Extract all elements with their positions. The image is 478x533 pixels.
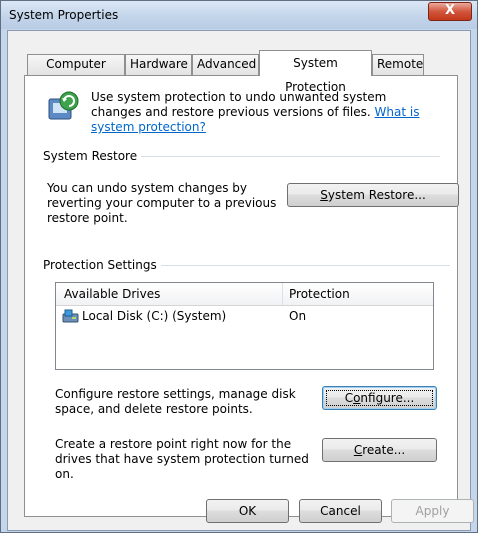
- button-label-rest: reate...: [362, 443, 406, 457]
- drive-icon: [62, 309, 79, 323]
- tab-remote[interactable]: Remote: [372, 54, 424, 75]
- tab-advanced[interactable]: Advanced: [192, 54, 259, 75]
- access-key: C: [353, 443, 363, 457]
- close-button[interactable]: X: [428, 2, 472, 21]
- intro-text-block: Use system protection to undo unwanted s…: [91, 90, 431, 135]
- table-row[interactable]: Local Disk (C:) (System) On: [57, 306, 432, 326]
- tab-label: Advanced: [197, 57, 257, 71]
- focus-rectangle: [326, 390, 433, 406]
- access-key: S: [320, 188, 328, 202]
- cancel-button[interactable]: Cancel: [299, 499, 382, 523]
- apply-button[interactable]: Apply: [391, 499, 474, 523]
- create-description: Create a restore point right now for the…: [55, 437, 309, 481]
- tab-label: Remote: [377, 57, 424, 71]
- title-bar[interactable]: System Properties X: [1, 1, 477, 29]
- tab-label: System Protection: [285, 56, 346, 94]
- ok-button[interactable]: OK: [206, 499, 289, 523]
- tab-system-protection[interactable]: System Protection: [259, 50, 372, 94]
- column-separator[interactable]: [282, 283, 283, 305]
- system-properties-window: System Properties X Computer Name Hardwa…: [0, 0, 478, 533]
- protection-settings-heading: Protection Settings: [43, 258, 161, 272]
- drive-name: Local Disk (C:) (System): [82, 309, 227, 323]
- window-title: System Properties: [9, 8, 119, 22]
- system-restore-heading: System Restore: [43, 149, 142, 163]
- close-icon: X: [444, 3, 456, 18]
- create-button[interactable]: Create...: [322, 438, 437, 462]
- intro-text: Use system protection to undo unwanted s…: [91, 90, 387, 119]
- configure-button[interactable]: Configure...: [322, 386, 437, 410]
- shield-icon: [48, 91, 79, 120]
- tab-computer-name[interactable]: Computer Name: [27, 54, 125, 90]
- drive-protection-status: On: [289, 309, 307, 323]
- tab-label: Hardware: [130, 57, 188, 71]
- system-restore-description: You can undo system changes by reverting…: [47, 181, 277, 225]
- system-restore-button[interactable]: System Restore...: [287, 183, 459, 207]
- list-header: Available Drives Protection: [56, 283, 433, 306]
- drives-list-view[interactable]: Available Drives Protection Local Disk (…: [55, 282, 434, 370]
- button-label-rest: ystem Restore...: [327, 188, 426, 202]
- column-header-protection[interactable]: Protection: [289, 287, 350, 301]
- tab-hardware[interactable]: Hardware: [125, 54, 192, 75]
- configure-description: Configure restore settings, manage disk …: [55, 387, 296, 416]
- column-header-available-drives[interactable]: Available Drives: [64, 287, 160, 301]
